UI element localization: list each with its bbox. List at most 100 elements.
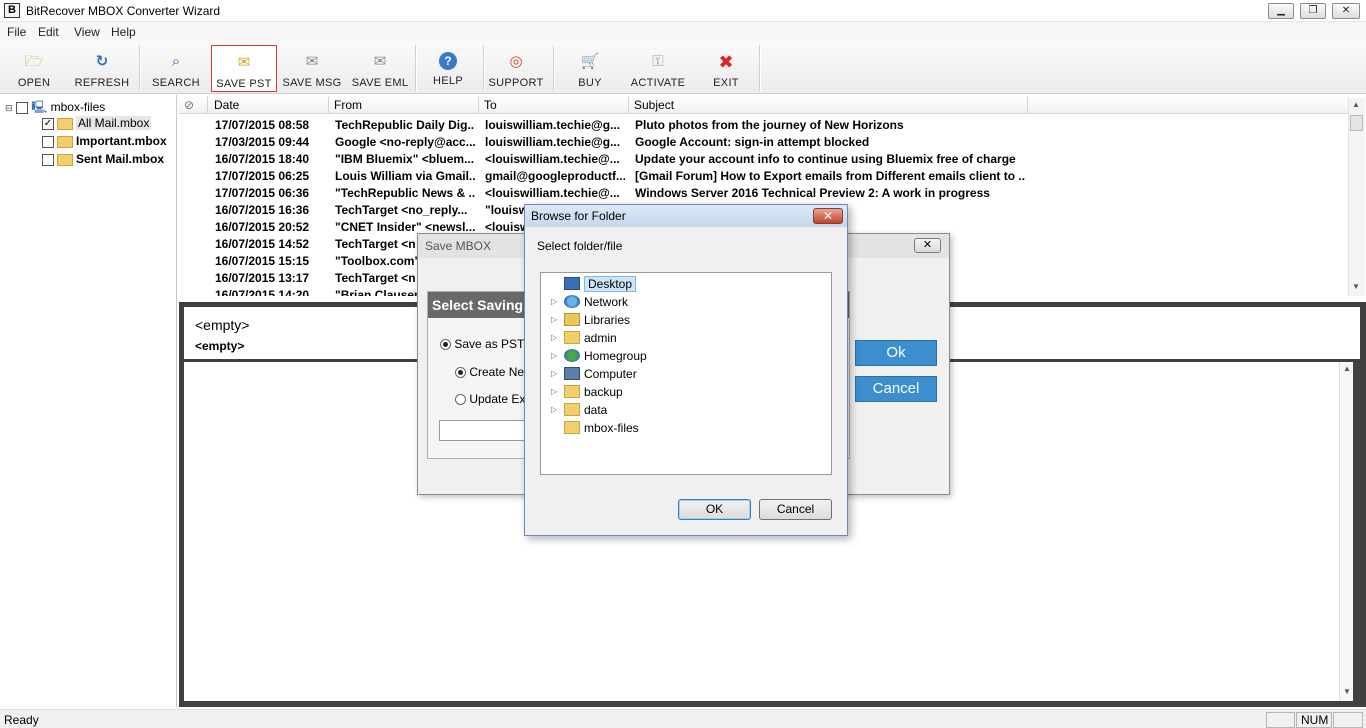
tree-item-label: Sent Mail.mbox <box>76 152 165 166</box>
refresh-button[interactable]: ↻ REFRESH <box>69 45 135 92</box>
menu-edit[interactable]: Edit <box>38 25 59 39</box>
menu-help[interactable]: Help <box>111 25 136 39</box>
tree-item-checkbox[interactable] <box>42 135 54 148</box>
folder-item-network[interactable]: ▷ Network <box>541 293 831 311</box>
folder-item-label: Desktop <box>584 276 637 292</box>
mail-list-scrollbar[interactable]: ▲ ▼ <box>1348 98 1365 296</box>
to-column-header[interactable]: To <box>479 96 629 114</box>
radio-unselected-icon <box>455 394 466 406</box>
toolbar: 🗁 OPEN ↻ REFRESH ⌕ SEARCH ✉ SAVE PST ✉ SAVE M… <box>0 41 1366 94</box>
menu-bar: File Edit View Help <box>0 22 1366 41</box>
tree-item-checkbox[interactable] <box>42 153 54 166</box>
activate-button[interactable]: ⚿ ACTIVATE <box>625 45 691 92</box>
folder-item-libraries[interactable]: ▷ Libraries <box>541 311 831 329</box>
tree-item-important[interactable]: Important.mbox <box>42 134 167 152</box>
folder-icon <box>57 135 73 148</box>
expand-arrow-icon[interactable]: ▷ <box>551 297 557 306</box>
folder-item-data[interactable]: ▷ data <box>541 401 831 419</box>
title-bar: B BitRecover MBOX Converter Wizard ▁ ❐ ✕ <box>0 0 1366 22</box>
exit-button[interactable]: ✖ EXIT <box>693 45 759 92</box>
tree-root-checkbox[interactable] <box>15 101 28 114</box>
attachment-column-header[interactable]: ⊘ <box>179 96 208 114</box>
table-row[interactable]: 17/07/2015 08:58 TechRepublic Daily Dig..… <box>179 116 1349 133</box>
date-column-header[interactable]: Date <box>209 96 329 114</box>
browse-ok-button[interactable]: OK <box>678 499 751 520</box>
tree-root[interactable]: ⊟ 🖳 mbox-files <box>5 98 105 116</box>
search-button[interactable]: ⌕ SEARCH <box>143 45 209 92</box>
radio-selected-icon <box>440 339 451 351</box>
folder-item-backup[interactable]: ▷ backup <box>541 383 831 401</box>
tree-item-label: All Mail.mbox <box>76 116 152 130</box>
folder-item-mbox-files[interactable]: mbox-files <box>541 419 831 437</box>
folder-item-label: admin <box>584 331 617 345</box>
ok-button[interactable]: Ok <box>855 340 937 366</box>
network-icon <box>564 295 580 308</box>
tree-collapse-icon[interactable]: ⊟ <box>5 103 13 113</box>
menu-file[interactable]: File <box>7 25 26 39</box>
mail-date-cell: 17/07/2015 08:58 <box>215 118 310 132</box>
menu-view[interactable]: View <box>74 25 100 39</box>
preview-scrollbar[interactable]: ▲ ▼ <box>1339 362 1353 701</box>
update-existing-radio[interactable]: Update Exis <box>455 392 534 406</box>
cancel-button[interactable]: Cancel <box>855 376 937 402</box>
minimize-button[interactable]: ▁ <box>1268 3 1294 19</box>
desktop-icon <box>564 277 580 290</box>
folder-item-homegroup[interactable]: ▷ Homegroup <box>541 347 831 365</box>
folder-item-desktop[interactable]: Desktop <box>541 275 831 293</box>
mail-to-cell: <louiswilliam.techie@... <box>485 152 620 166</box>
help-button[interactable]: ? HELP <box>415 45 481 92</box>
table-row[interactable]: 17/07/2015 06:36 "TechRepublic News & ...… <box>179 184 1349 201</box>
toolbar-separator <box>759 45 761 91</box>
support-button[interactable]: ◎ SUPPORT <box>483 45 549 92</box>
tree-item-label: Important.mbox <box>76 134 167 148</box>
status-bar: Ready NUM <box>0 709 1366 728</box>
expand-arrow-icon[interactable]: ▷ <box>551 369 557 378</box>
folder-tree: ⊟ 🖳 mbox-files ✓ All Mail.mbox Important.… <box>0 95 177 707</box>
mail-subject-cell: Pluto photos from the journey of New Hor… <box>635 118 904 132</box>
mail-subject-cell: Update your account info to continue usi… <box>635 152 1016 166</box>
save-as-pst-radio[interactable]: Save as PST <box>440 337 524 351</box>
scroll-thumb[interactable] <box>1350 115 1363 131</box>
create-new-radio[interactable]: Create New <box>455 365 533 379</box>
mail-date-cell: 16/07/2015 13:17 <box>215 271 310 285</box>
mail-date-cell: 16/07/2015 18:40 <box>215 152 310 166</box>
table-row[interactable]: 17/07/2015 06:25 Louis William via Gmail.… <box>179 167 1349 184</box>
save-as-pst-label: Save as PST <box>454 337 525 351</box>
expand-arrow-icon[interactable]: ▷ <box>551 315 557 324</box>
table-row[interactable]: 17/03/2015 09:44 Google <no-reply@acc... l… <box>179 133 1349 150</box>
mail-date-cell: 16/07/2015 14:52 <box>215 237 310 251</box>
browse-cancel-button[interactable]: Cancel <box>759 499 832 520</box>
browse-close-button[interactable]: ✕ <box>813 208 843 224</box>
status-panel-empty <box>1266 712 1295 728</box>
exit-icon: ✖ <box>718 52 734 72</box>
folder-item-label: backup <box>584 385 623 399</box>
expand-arrow-icon[interactable]: ▷ <box>551 387 557 396</box>
tree-item-checkbox[interactable]: ✓ <box>42 117 54 130</box>
radio-selected-icon <box>455 367 466 379</box>
buy-button[interactable]: 🛒 BUY <box>557 45 623 92</box>
save-dialog-close-button[interactable]: ✕ <box>914 238 941 253</box>
maximize-button[interactable]: ❐ <box>1300 3 1326 19</box>
mail-from-cell: "IBM Bluemix" <bluem... <box>335 152 475 166</box>
from-column-header[interactable]: From <box>329 96 479 114</box>
tree-item-all-mail[interactable]: ✓ All Mail.mbox <box>42 116 152 134</box>
folder-item-label: data <box>584 403 608 417</box>
save-eml-button[interactable]: ✉ SAVE EML <box>347 45 413 92</box>
save-msg-button[interactable]: ✉ SAVE MSG <box>279 45 345 92</box>
open-button[interactable]: 🗁 OPEN <box>1 45 67 92</box>
save-pst-button[interactable]: ✉ SAVE PST <box>211 45 277 92</box>
tree-root-label: mbox-files <box>50 100 106 114</box>
libraries-icon <box>564 313 580 326</box>
folder-item-computer[interactable]: ▷ Computer <box>541 365 831 383</box>
folder-item-admin[interactable]: ▷ admin <box>541 329 831 347</box>
subject-column-header[interactable]: Subject <box>629 96 1028 114</box>
folder-item-label: Computer <box>584 367 637 381</box>
support-icon: ◎ <box>509 53 523 70</box>
tree-item-sent-mail[interactable]: Sent Mail.mbox <box>42 152 164 170</box>
expand-arrow-icon[interactable]: ▷ <box>551 351 557 360</box>
save-msg-icon: ✉ <box>305 53 319 70</box>
expand-arrow-icon[interactable]: ▷ <box>551 333 557 342</box>
table-row[interactable]: 16/07/2015 18:40 "IBM Bluemix" <bluem... <… <box>179 150 1349 167</box>
expand-arrow-icon[interactable]: ▷ <box>551 405 557 414</box>
close-window-button[interactable]: ✕ <box>1332 3 1360 19</box>
